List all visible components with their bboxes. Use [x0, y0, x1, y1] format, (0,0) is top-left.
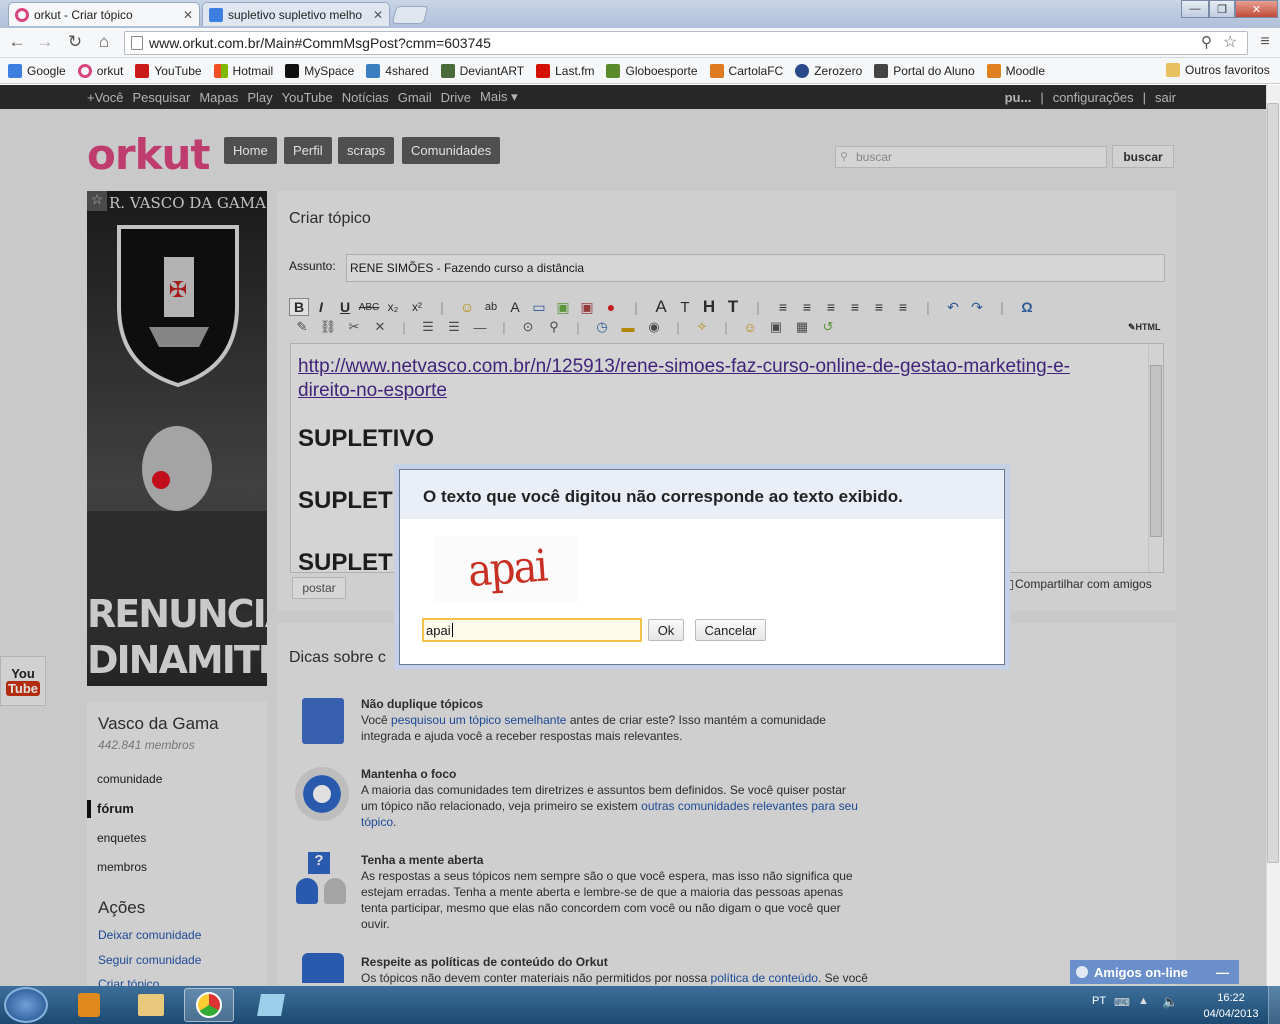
- text-cursor: [451, 623, 453, 637]
- moodle-icon: [986, 63, 1001, 78]
- folder-icon: [1166, 63, 1180, 77]
- bookmark-label: Google: [27, 63, 66, 78]
- bookmarks-bar: Google orkut YouTube Hotmail MySpace 4sh…: [0, 58, 1280, 84]
- notepad-icon[interactable]: [246, 988, 296, 1022]
- keyboard-icon[interactable]: ⌨: [1114, 996, 1130, 1009]
- captcha-input-value: apai: [426, 622, 451, 638]
- address-bar[interactable]: www.orkut.com.br/Main#CommMsgPost?cmm=60…: [124, 31, 1248, 55]
- orkut-icon: [77, 63, 92, 78]
- bookmark-label: orkut: [96, 63, 124, 78]
- google-icon: [8, 63, 22, 78]
- close-window-button[interactable]: ✕: [1235, 0, 1278, 18]
- volume-muted-icon[interactable]: 🔈: [1162, 994, 1178, 1010]
- ok-button[interactable]: Ok: [648, 619, 684, 641]
- bookmark-label: Portal do Aluno: [893, 63, 975, 78]
- 4shared-icon: [366, 63, 381, 78]
- bookmark-hotmail[interactable]: Hotmail: [213, 63, 274, 78]
- page-icon: [131, 36, 143, 50]
- bookmark-label: Globoesporte: [625, 63, 698, 78]
- bookmark-label: Last.fm: [555, 63, 595, 78]
- media-player-icon[interactable]: [64, 988, 114, 1022]
- cancel-button[interactable]: Cancelar: [695, 619, 766, 641]
- bookmark-cartolafc[interactable]: CartolaFC: [709, 63, 784, 78]
- lastfm-icon: [536, 63, 551, 78]
- chat-bubble-icon: [1076, 966, 1088, 978]
- url-text: www.orkut.com.br/Main#CommMsgPost?cmm=60…: [149, 35, 491, 51]
- minimize-button[interactable]: —: [1181, 0, 1209, 18]
- page-scroll-thumb[interactable]: [1267, 103, 1279, 863]
- bookmark-google[interactable]: Google: [8, 63, 66, 78]
- captcha-input[interactable]: apai: [422, 618, 642, 642]
- deviantart-icon: [440, 63, 455, 78]
- explorer-icon[interactable]: [126, 988, 176, 1022]
- bookmark-moodle[interactable]: Moodle: [986, 63, 1046, 78]
- home-icon[interactable]: ⌂: [93, 31, 115, 53]
- dialog-message: O texto que você digitou não corresponde…: [423, 487, 903, 506]
- windows-icon: [213, 63, 228, 78]
- youtube-icon: [135, 63, 150, 78]
- bookmark-label: MySpace: [304, 63, 355, 78]
- bookmark-label: YouTube: [154, 63, 202, 78]
- close-tab-icon[interactable]: ✕: [373, 8, 383, 22]
- bookmark-label: DeviantART: [459, 63, 525, 78]
- bookmark-label: CartolaFC: [728, 63, 784, 78]
- bookmark-label: Moodle: [1005, 63, 1046, 78]
- language-indicator[interactable]: PT: [1092, 995, 1106, 1007]
- reload-icon[interactable]: ↻: [64, 31, 86, 53]
- new-tab-button[interactable]: [391, 6, 429, 24]
- bookmark-lastfm[interactable]: Last.fm: [536, 63, 595, 78]
- forward-icon[interactable]: →: [34, 31, 56, 53]
- cartola-icon: [709, 63, 724, 78]
- other-bookmarks[interactable]: Outros favoritos: [1166, 63, 1270, 77]
- myspace-icon: [285, 63, 300, 78]
- tray-expand-icon[interactable]: ▲: [1138, 995, 1149, 1007]
- globoesporte-icon: [606, 63, 621, 78]
- bookmark-deviantart[interactable]: DeviantART: [440, 63, 525, 78]
- orkut-favicon-icon: [15, 7, 29, 22]
- tab-orkut[interactable]: orkut - Criar tópico ✕: [8, 2, 200, 26]
- close-tab-icon[interactable]: ✕: [183, 8, 193, 22]
- start-button[interactable]: [4, 987, 48, 1023]
- tab-google[interactable]: supletivo supletivo melho ✕: [202, 2, 390, 26]
- bookmark-4shared[interactable]: 4shared: [366, 63, 429, 78]
- minimize-chat-icon[interactable]: —: [1216, 965, 1229, 980]
- clock[interactable]: 16:22 04/04/2013: [1196, 990, 1266, 1022]
- bookmark-label: Zerozero: [814, 63, 863, 78]
- captcha-image: apai: [435, 536, 579, 602]
- chrome-icon[interactable]: [184, 988, 234, 1022]
- bookmark-label: Hotmail: [232, 63, 274, 78]
- chat-label: Amigos on-line: [1094, 964, 1188, 980]
- bookmark-label: 4shared: [385, 63, 429, 78]
- bookmark-youtube[interactable]: YouTube: [135, 63, 202, 78]
- portal-icon: [874, 63, 889, 78]
- bookmark-portal[interactable]: Portal do Aluno: [874, 63, 975, 78]
- tab-title: supletivo supletivo melho: [228, 7, 363, 22]
- zerozero-icon: [795, 63, 810, 78]
- star-icon[interactable]: ☆: [1223, 32, 1237, 52]
- bookmark-label: Outros favoritos: [1185, 63, 1270, 77]
- zoom-icon[interactable]: ⚲: [1201, 33, 1212, 51]
- bookmark-orkut[interactable]: orkut: [77, 63, 124, 78]
- clock-time: 16:22: [1217, 992, 1245, 1004]
- show-desktop-button[interactable]: [1268, 986, 1280, 1024]
- captcha-dialog: O texto que você digitou não corresponde…: [399, 469, 1005, 665]
- chat-widget[interactable]: Amigos on-line —: [1070, 960, 1239, 984]
- maximize-button[interactable]: ❐: [1209, 0, 1235, 18]
- tab-title: orkut - Criar tópico: [34, 7, 133, 22]
- clock-date: 04/04/2013: [1203, 1008, 1259, 1020]
- bookmark-globoesporte[interactable]: Globoesporte: [606, 63, 698, 78]
- bookmark-zerozero[interactable]: Zerozero: [795, 63, 863, 78]
- captcha-text: apai: [466, 541, 548, 597]
- back-icon[interactable]: ←: [6, 31, 28, 53]
- bookmark-myspace[interactable]: MySpace: [285, 63, 355, 78]
- google-favicon-icon: [209, 7, 223, 22]
- menu-icon[interactable]: ≡: [1254, 31, 1276, 53]
